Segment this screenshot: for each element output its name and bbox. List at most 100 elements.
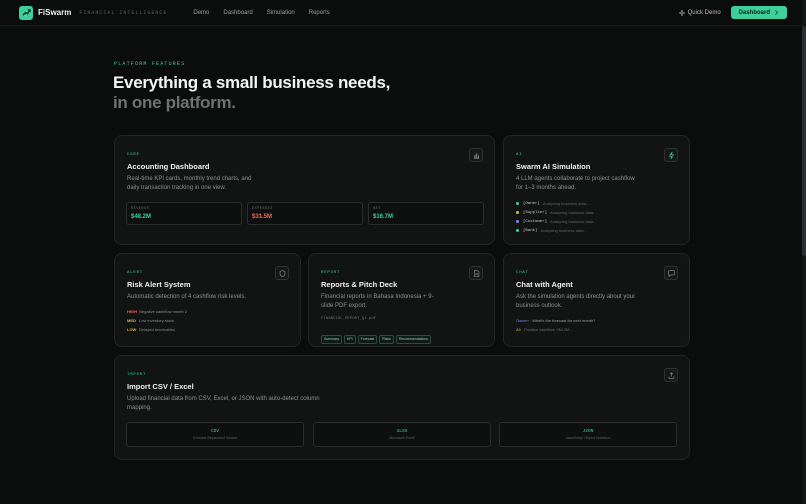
agent-status: Analyzing business data... (550, 210, 597, 215)
risk-level: LOW (127, 327, 137, 332)
reports-card[interactable]: REPORT Reports & Pitch Deck Financial re… (308, 253, 495, 347)
dashboard-button-label: Dashboard (738, 9, 770, 16)
format-desc: Comma Separated Values (192, 436, 238, 440)
status-dot (516, 202, 519, 205)
risk-level: HIGH (127, 309, 137, 314)
kpi-label: EXPENSES (252, 207, 273, 211)
nav-links: Demo Dashboard Simulation Reports (193, 10, 329, 16)
chat-user-message: Owner› What's the forecast for next mont… (516, 318, 595, 323)
card-desc-line1: 4 LLM agents collaborate to project cash… (516, 176, 635, 182)
agent-status: Analyzing business data... (550, 219, 597, 224)
card-tag: ALERT (127, 271, 144, 275)
kpi-label: NET (373, 207, 381, 211)
bar-chart-icon (469, 148, 483, 162)
section-subtitle: in one platform. (113, 93, 236, 112)
kpi-value: $31.5M (252, 214, 273, 220)
agent-name: [Customer] (523, 219, 548, 224)
nav-link-simulation[interactable]: Simulation (267, 10, 295, 16)
card-title: Accounting Dashboard (127, 162, 210, 171)
risk-text: Low inventory stock (139, 318, 175, 323)
format-desc: Microsoft Excel (389, 436, 415, 440)
pill-risks[interactable]: Risks (379, 334, 394, 344)
card-tag: REPORT (321, 271, 341, 275)
scrollbar-thumb[interactable] (802, 26, 806, 256)
arrow-right-icon (775, 10, 779, 15)
chat-ai-prefix: AI› (516, 327, 522, 332)
kpi-value: $16.7M (373, 214, 394, 220)
format-name: XLSX (396, 429, 408, 434)
agent-row-customer: [Customer] Analyzing business data... (516, 219, 597, 224)
format-name: JSON (582, 429, 594, 434)
agent-row-bank: [Bank] Analyzing business data... (516, 228, 587, 233)
risk-row-med: MED Low inventory stock (127, 318, 174, 323)
chat-user-prefix: Owner› (516, 318, 530, 323)
brand-tagline: FINANCIAL INTELLIGENCE (79, 9, 168, 16)
card-desc-line1: Upload financial data from CSV, Excel, o… (127, 396, 320, 402)
agent-status: Analyzing business data... (542, 201, 590, 206)
report-sections: Summary KPI Forecast Risks Recommendations (321, 327, 433, 345)
risk-text: Delayed receivables (139, 327, 176, 332)
agent-name: [Supplier] (523, 210, 548, 215)
format-json[interactable]: JSON JavaScript Object Notation (499, 422, 677, 447)
brand-name[interactable]: FiSwarm (38, 8, 71, 17)
format-xlsx[interactable]: XLSX Microsoft Excel (313, 422, 491, 447)
dashboard-button[interactable]: Dashboard (730, 6, 787, 19)
risk-text: Negative cashflow month 2 (139, 309, 188, 314)
nav-right: Quick Demo Dashboard (678, 6, 787, 19)
card-desc-line2: daily transaction tracking in one view. (127, 185, 227, 191)
kpi-expenses: EXPENSES $31.5M (247, 202, 363, 225)
card-title: Reports & Pitch Deck (321, 280, 398, 289)
card-desc-line1: Financial reports in Bahasa Indonesia + … (321, 294, 434, 300)
quick-demo-button[interactable]: Quick Demo (678, 9, 721, 16)
format-desc: JavaScript Object Notation (565, 436, 611, 440)
nav-link-reports[interactable]: Reports (309, 10, 330, 16)
report-filename: FINANCIAL_REPORT_Q1.pdf (321, 317, 377, 321)
card-desc-line2: business outlook. (516, 303, 563, 309)
card-desc-line2: mapping. (127, 405, 152, 411)
section-eyebrow: PLATFORM FEATURES (114, 61, 186, 67)
card-title: Swarm AI Simulation (516, 162, 591, 171)
nav-link-dashboard[interactable]: Dashboard (223, 10, 252, 16)
kpi-revenue: REVENUE $48.2M (126, 202, 242, 225)
card-tag: CORE (127, 153, 140, 157)
nav-link-demo[interactable]: Demo (193, 10, 209, 16)
upload-icon[interactable] (664, 368, 678, 382)
pill-recommendations[interactable]: Recommendations (395, 334, 432, 344)
card-desc-line1: Ask the simulation agents directly about… (516, 294, 636, 300)
kpi-label: REVENUE (131, 207, 150, 211)
chat-card[interactable]: CHAT Chat with Agent Ask the simulation … (503, 253, 690, 347)
card-desc-line2: slide PDF export. (321, 303, 368, 309)
format-csv[interactable]: CSV Comma Separated Values (126, 422, 304, 447)
risk-card[interactable]: ALERT Risk Alert System Automatic detect… (114, 253, 301, 347)
document-icon (469, 266, 483, 280)
card-tag: CHAT (516, 271, 529, 275)
sparkle-icon (678, 9, 685, 16)
quick-demo-label: Quick Demo (687, 9, 721, 16)
risk-level: MED (127, 318, 136, 323)
agent-row-supplier: [Supplier] Analyzing business data... (516, 210, 597, 215)
section-title: Everything a small business needs, (113, 73, 391, 92)
pill-summary[interactable]: Summary (321, 334, 342, 344)
logo-icon[interactable] (19, 5, 33, 20)
pill-kpi[interactable]: KPI (343, 334, 356, 344)
card-tag: IMPORT (127, 373, 147, 377)
swarm-card[interactable]: AI Swarm AI Simulation 4 LLM agents coll… (503, 135, 690, 245)
agent-row-owner: [Owner] Analyzing business data... (516, 201, 589, 206)
card-tag: AI (516, 153, 523, 157)
chat-ai-message: AI› Positive cashflow +$4.2M... (516, 327, 573, 332)
import-card[interactable]: IMPORT Import CSV / Excel Upload financi… (114, 355, 690, 460)
chat-bubble-icon (664, 266, 678, 280)
pill-forecast[interactable]: Forecast (357, 334, 378, 344)
chat-ai-text: Positive cashflow +$4.2M... (524, 327, 573, 332)
agent-name: [Owner] (523, 201, 540, 206)
card-desc-line2: for 1–3 months ahead. (516, 185, 577, 191)
card-desc-line1: Automatic detection of 4 cashflow risk l… (127, 294, 247, 300)
card-title: Chat with Agent (516, 280, 573, 289)
risk-row-high: HIGH Negative cashflow month 2 (127, 309, 187, 314)
accounting-card[interactable]: CORE Accounting Dashboard Real-time KPI … (114, 135, 495, 245)
format-name: CSV (210, 429, 220, 434)
chat-user-text: What's the forecast for next month? (532, 318, 596, 323)
card-title: Import CSV / Excel (127, 382, 194, 391)
status-dot (516, 211, 519, 214)
zap-icon (664, 148, 678, 162)
